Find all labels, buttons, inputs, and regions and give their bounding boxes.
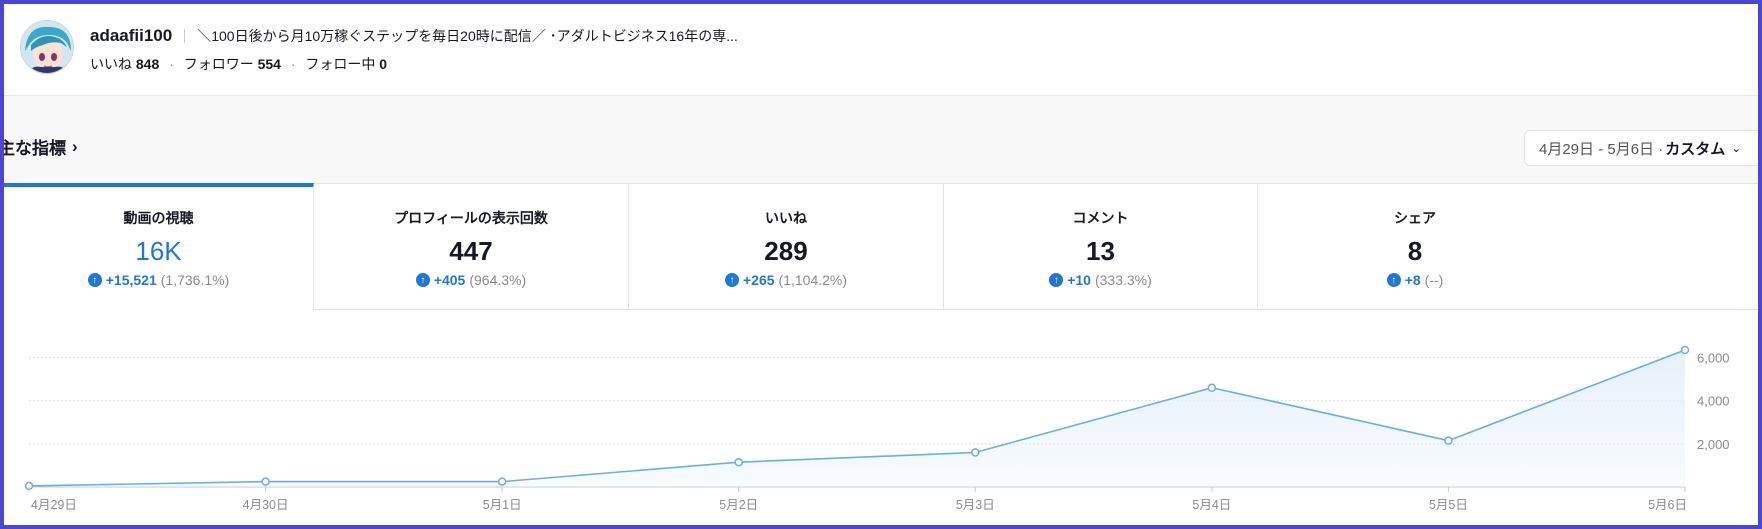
username[interactable]: adaafii100 xyxy=(90,26,172,46)
metrics-toolbar xyxy=(4,96,1758,187)
data-point xyxy=(497,477,507,486)
x-tick-label: 4月29日 xyxy=(31,498,77,512)
profile-header: adaafii100 ＼100日後から月10万稼ぐステップを毎日20時に配信／ … xyxy=(4,4,1758,96)
likes-count: 848 xyxy=(135,56,160,72)
arrow-up-icon: ↑ xyxy=(415,273,430,287)
x-tick-label: 5月1日 xyxy=(483,498,522,512)
metric-cards: 動画の視聴 16K ↑ +15,521 (1,736.1%) プロフィールの表示… xyxy=(4,183,1758,310)
video-views-chart: 2,000 4,000 6,000 4月29日 4月30日 5月1日 5月2日 5月3日 5月4… xyxy=(24,345,1730,512)
metric-label: プロフィールの表示回数 xyxy=(394,210,548,226)
data-point xyxy=(1207,383,1217,393)
metric-delta: ↑ +15,521 (1,736.1%) xyxy=(4,272,313,288)
delta-value: +265 xyxy=(742,272,775,288)
key-metrics-title[interactable]: 主な指標 › xyxy=(4,134,78,159)
arrow-up-icon: ↑ xyxy=(87,273,102,287)
metric-value: 447 xyxy=(449,236,493,266)
x-tick-label: 4月30日 xyxy=(243,498,289,512)
delta-percent: (1,104.2%) xyxy=(778,272,848,288)
delta-value: +405 xyxy=(433,272,466,288)
metric-value: 13 xyxy=(1086,236,1115,266)
metric-card-comments[interactable]: コメント 13 ↑ +10 (333.3%) xyxy=(944,183,1258,310)
metric-value: 289 xyxy=(764,236,808,266)
divider xyxy=(184,29,186,43)
date-range-mode: カスタム xyxy=(1665,140,1726,158)
metric-delta: ↑ +405 (964.3%) xyxy=(314,272,628,288)
delta-value: +8 xyxy=(1404,272,1421,288)
followers-label: フォロワー xyxy=(183,56,254,72)
x-tick-label: 5月2日 xyxy=(719,498,758,512)
metric-label: 動画の視聴 xyxy=(123,210,194,226)
data-point xyxy=(1680,345,1690,355)
key-metrics-label: 主な指標 xyxy=(4,139,66,158)
delta-percent: (--) xyxy=(1424,272,1444,288)
dot-separator: · xyxy=(169,56,174,72)
x-tick-label: 5月5日 xyxy=(1429,498,1468,512)
dot-separator: · xyxy=(290,56,296,72)
area-fill xyxy=(29,350,1685,487)
date-range-text: 4月29日 - 5月6日 · xyxy=(1539,140,1664,158)
metric-card-shares[interactable]: シェア 8 ↑ +8 (--) xyxy=(1258,183,1758,310)
profile-stats: いいね 848 · フォロワー 554 · フォロー中 0 xyxy=(90,54,387,74)
data-point xyxy=(971,448,980,457)
likes-label: いいね xyxy=(90,56,132,72)
data-point xyxy=(734,457,743,467)
metric-value: 8 xyxy=(1407,236,1423,266)
delta-value: +10 xyxy=(1067,272,1091,288)
user-line: adaafii100 ＼100日後から月10万稼ぐステップを毎日20時に配信／ … xyxy=(90,26,738,46)
avatar-image-icon xyxy=(21,21,73,73)
analytics-window: adaafii100 ＼100日後から月10万稼ぐステップを毎日20時に配信／ … xyxy=(4,4,1758,525)
following-label: フォロー中 xyxy=(305,56,376,72)
avatar[interactable] xyxy=(20,20,74,74)
bio-text: ＼100日後から月10万稼ぐステップを毎日20時に配信／ ･アダルトビジネス16… xyxy=(197,28,738,44)
x-tick-label: 5月6日 xyxy=(1648,498,1687,512)
metric-card-video-views[interactable]: 動画の視聴 16K ↑ +15,521 (1,736.1%) xyxy=(4,183,314,310)
delta-percent: (333.3%) xyxy=(1094,272,1152,288)
metric-value: 16K xyxy=(135,236,182,266)
x-tick-label: 5月3日 xyxy=(956,498,995,512)
metric-label: コメント xyxy=(1072,210,1129,226)
y-tick-label: 2,000 xyxy=(1697,437,1730,452)
delta-percent: (964.3%) xyxy=(469,272,527,288)
metric-card-profile-views[interactable]: プロフィールの表示回数 447 ↑ +405 (964.3%) xyxy=(314,183,629,310)
metric-label: シェア xyxy=(1394,210,1436,226)
delta-percent: (1,736.1%) xyxy=(160,272,230,288)
data-point xyxy=(1444,436,1453,445)
metric-delta: ↑ +10 (333.3%) xyxy=(944,272,1257,288)
arrow-up-icon: ↑ xyxy=(1386,273,1401,287)
x-tick-label: 5月4日 xyxy=(1192,498,1231,512)
metric-label: いいね xyxy=(765,210,807,226)
metric-card-likes[interactable]: いいね 289 ↑ +265 (1,104.2%) xyxy=(629,183,944,310)
metric-delta: ↑ +8 (--) xyxy=(1258,272,1572,288)
date-range-dropdown[interactable]: 4月29日 - 5月6日 · カスタム ⌄ xyxy=(1524,130,1758,166)
chevron-down-icon: ⌄ xyxy=(1731,141,1742,155)
arrow-up-icon: ↑ xyxy=(724,273,739,287)
metric-delta: ↑ +265 (1,104.2%) xyxy=(629,272,943,288)
delta-value: +15,521 xyxy=(105,272,157,288)
y-tick-label: 4,000 xyxy=(1697,394,1730,409)
chevron-right-icon: › xyxy=(72,136,78,156)
followers-count: 554 xyxy=(257,56,281,72)
following-count: 0 xyxy=(379,56,388,72)
y-tick-label: 6,000 xyxy=(1697,351,1730,366)
arrow-up-icon: ↑ xyxy=(1049,273,1064,287)
data-point xyxy=(261,477,270,486)
